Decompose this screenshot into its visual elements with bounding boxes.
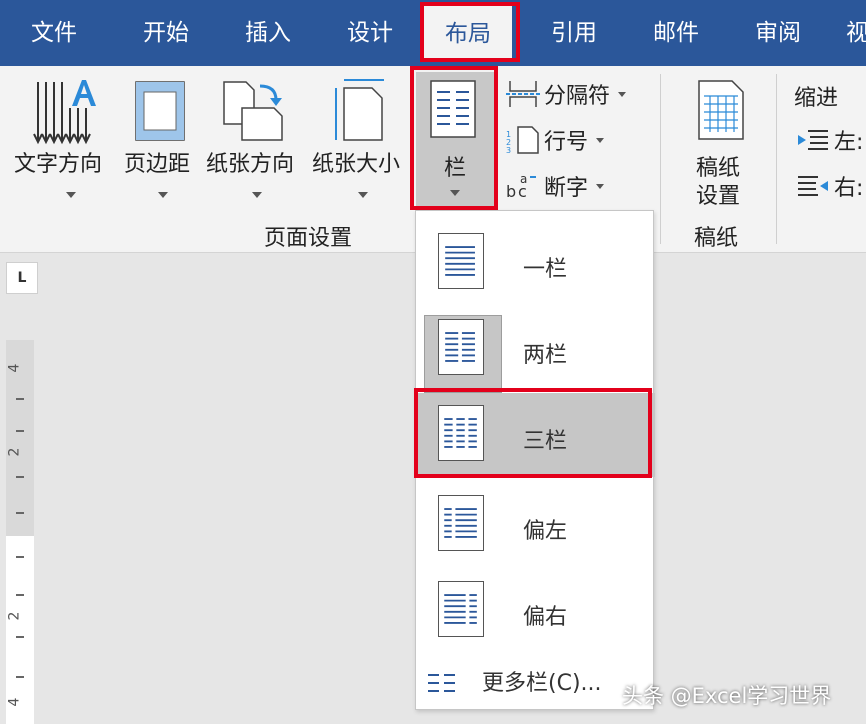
ruler-number: 4 bbox=[6, 363, 23, 373]
tab-mailings[interactable]: 邮件 bbox=[632, 0, 720, 66]
tab-references[interactable]: 引用 bbox=[530, 0, 618, 66]
hyphenation-label: 断字 bbox=[544, 176, 589, 201]
hyphenation-icon: b c a bbox=[506, 171, 540, 201]
chevron-down-icon bbox=[358, 192, 368, 198]
line-numbers-icon: 1 2 3 bbox=[506, 125, 540, 155]
ribbon-tab-bar: 文件 开始 插入 设计 布局 引用 邮件 审阅 视 bbox=[0, 0, 866, 66]
tab-layout[interactable]: 布局 bbox=[424, 6, 512, 62]
chevron-down-icon bbox=[66, 192, 76, 198]
columns-label: 栏 bbox=[444, 156, 467, 181]
ruler-tick bbox=[16, 512, 24, 514]
tab-selector[interactable]: L bbox=[6, 262, 38, 294]
margins-icon bbox=[135, 81, 185, 141]
left-column-icon bbox=[438, 495, 484, 551]
margins-label: 页边距 bbox=[124, 152, 191, 177]
hyphenation-button[interactable]: b c a 断字 bbox=[506, 170, 605, 202]
indent-right-field[interactable]: 右: bbox=[796, 170, 863, 202]
tab-design[interactable]: 设计 bbox=[326, 0, 414, 66]
breaks-label: 分隔符 bbox=[544, 84, 611, 109]
orientation-label: 纸张方向 bbox=[206, 152, 295, 177]
chevron-down-icon bbox=[618, 91, 627, 97]
manuscript-grid-icon bbox=[698, 80, 744, 140]
manuscript-settings-button[interactable]: 稿纸 设置 bbox=[682, 72, 758, 209]
page-setup-group-label: 页面设置 bbox=[264, 226, 353, 251]
manuscript-settings-label-line2: 设置 bbox=[696, 184, 741, 209]
one-column-label: 一栏 bbox=[523, 257, 568, 282]
text-direction-button[interactable]: 文字方向 bbox=[8, 70, 112, 200]
tab-insert[interactable]: 插入 bbox=[224, 0, 312, 66]
chevron-down-icon bbox=[252, 192, 262, 198]
menu-item-three-columns[interactable]: 三栏 bbox=[416, 393, 655, 477]
text-direction-label: 文字方向 bbox=[14, 152, 103, 177]
ruler-tick bbox=[16, 636, 24, 638]
chevron-down-icon bbox=[596, 183, 605, 189]
tab-view[interactable]: 视 bbox=[846, 0, 866, 66]
ruler-tick bbox=[16, 556, 24, 558]
tab-file[interactable]: 文件 bbox=[12, 0, 96, 66]
menu-item-one-column[interactable]: 一栏 bbox=[416, 221, 655, 307]
columns-dropdown-menu: 一栏 两栏 三栏 偏左 偏右 更多栏(C)... bbox=[415, 210, 655, 710]
ruler-number: 4 bbox=[6, 697, 23, 707]
ruler-tick bbox=[16, 398, 24, 400]
page-break-icon bbox=[506, 79, 540, 109]
menu-item-more-columns[interactable]: 更多栏(C)... bbox=[416, 649, 655, 709]
paper-size-icon bbox=[335, 79, 384, 141]
indent-left-field[interactable]: 左: bbox=[796, 124, 863, 156]
ruler-number: 2 bbox=[6, 447, 23, 457]
more-columns-label: 更多栏(C)... bbox=[482, 671, 602, 696]
paper-size-label: 纸张大小 bbox=[312, 152, 401, 177]
indent-left-icon bbox=[796, 125, 830, 155]
orientation-icon bbox=[223, 81, 283, 141]
ruler-tick bbox=[16, 476, 24, 478]
ruler-tick bbox=[16, 594, 24, 596]
ruler-number: 2 bbox=[6, 611, 23, 621]
group-separator bbox=[776, 74, 777, 244]
ruler-tick bbox=[16, 676, 24, 678]
margins-button[interactable]: 页边距 bbox=[120, 70, 204, 200]
left-column-label: 偏左 bbox=[523, 519, 568, 544]
text-direction-icon bbox=[33, 80, 96, 145]
watermark: 头条 @Excel学习世界 bbox=[622, 684, 832, 708]
svg-text:b: b bbox=[506, 182, 516, 201]
line-numbers-button[interactable]: 1 2 3 行号 bbox=[506, 124, 605, 156]
breaks-button[interactable]: 分隔符 bbox=[506, 78, 627, 110]
tab-review[interactable]: 审阅 bbox=[734, 0, 822, 66]
indent-left-label: 左: bbox=[834, 130, 864, 155]
three-columns-label: 三栏 bbox=[523, 429, 568, 454]
two-columns-icon bbox=[438, 319, 484, 375]
line-numbers-label: 行号 bbox=[544, 130, 589, 155]
chevron-down-icon bbox=[596, 137, 605, 143]
menu-item-right-column[interactable]: 偏右 bbox=[416, 569, 655, 655]
ruler-tick bbox=[16, 430, 24, 432]
indent-right-label: 右: bbox=[834, 176, 864, 201]
chevron-down-icon bbox=[450, 190, 460, 196]
paper-size-button[interactable]: 纸张大小 bbox=[310, 70, 410, 200]
orientation-button[interactable]: 纸张方向 bbox=[206, 70, 306, 200]
indent-right-icon bbox=[796, 171, 830, 201]
more-columns-icon bbox=[428, 674, 455, 692]
columns-icon bbox=[430, 80, 476, 138]
menu-item-left-column[interactable]: 偏左 bbox=[416, 483, 655, 569]
three-columns-icon bbox=[438, 405, 484, 461]
manuscript-group-label: 稿纸 bbox=[694, 226, 739, 251]
svg-text:a: a bbox=[520, 172, 527, 186]
indent-header: 缩进 bbox=[794, 86, 839, 111]
right-column-label: 偏右 bbox=[523, 605, 568, 630]
svg-text:3: 3 bbox=[506, 146, 511, 155]
columns-button[interactable]: 栏 bbox=[416, 72, 494, 208]
group-separator bbox=[660, 74, 661, 244]
menu-item-two-columns[interactable]: 两栏 bbox=[416, 307, 655, 393]
one-column-icon bbox=[438, 233, 484, 289]
right-column-icon bbox=[438, 581, 484, 637]
chevron-down-icon bbox=[158, 192, 168, 198]
two-columns-label: 两栏 bbox=[523, 343, 568, 368]
tab-home[interactable]: 开始 bbox=[122, 0, 210, 66]
